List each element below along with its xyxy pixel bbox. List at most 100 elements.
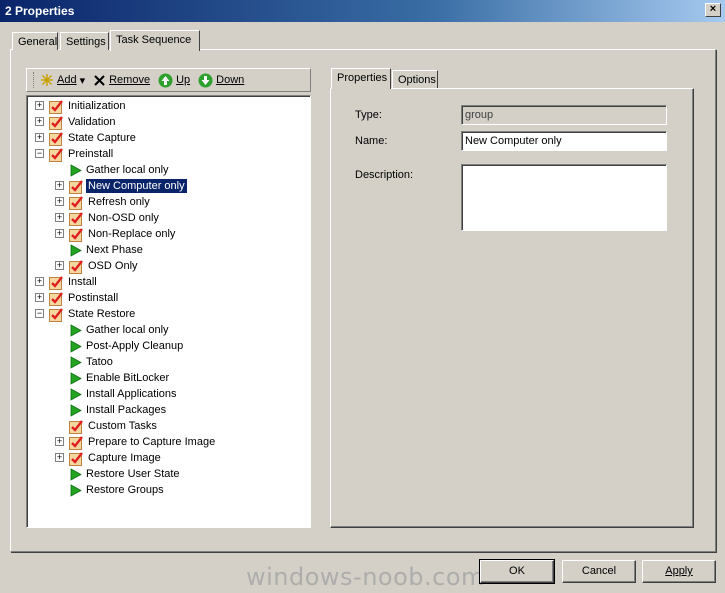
tree-item-label: Install Applications bbox=[86, 388, 177, 400]
description-label: Description: bbox=[355, 169, 414, 181]
tab-settings[interactable]: Settings bbox=[60, 32, 109, 50]
expand-icon[interactable]: + bbox=[55, 437, 64, 446]
task-sequence-toolbar: Add ▾ Remove Up Down bbox=[26, 68, 311, 92]
group-check-icon bbox=[69, 435, 84, 450]
tree-item-label: Tatoo bbox=[86, 356, 113, 368]
tab-general[interactable]: General bbox=[12, 32, 58, 50]
tree-group-item[interactable]: + Capture Image bbox=[55, 450, 163, 466]
ok-button[interactable]: OK bbox=[479, 559, 555, 584]
down-button[interactable]: Down bbox=[198, 73, 244, 88]
tab-properties[interactable]: Properties bbox=[331, 68, 391, 89]
properties-panel: Type: group Name: New Computer only Desc… bbox=[330, 88, 694, 528]
title-bar: 2 Properties × bbox=[0, 0, 725, 22]
tree-item-label: Prepare to Capture Image bbox=[88, 436, 216, 448]
close-icon: × bbox=[709, 3, 717, 15]
tree-item-label: OSD Only bbox=[88, 260, 138, 272]
tab-task-sequence[interactable]: Task Sequence bbox=[110, 30, 200, 51]
step-play-icon bbox=[69, 163, 82, 177]
expand-icon[interactable]: + bbox=[55, 213, 64, 222]
add-button[interactable]: Add ▾ bbox=[40, 73, 85, 87]
tree-item-label: New Computer only bbox=[85, 178, 188, 194]
chevron-down-icon: ▾ bbox=[79, 74, 86, 87]
group-check-icon bbox=[69, 211, 84, 226]
collapse-icon[interactable]: − bbox=[35, 309, 44, 318]
tree-group-item[interactable]: − Preinstall bbox=[35, 146, 115, 162]
tree-step-item[interactable]: Install Packages bbox=[69, 402, 168, 418]
tree-item-label: Custom Tasks bbox=[88, 420, 157, 432]
tree-item-label: State Capture bbox=[68, 132, 136, 144]
tree-group-item[interactable]: + Install bbox=[35, 274, 99, 290]
group-check-icon bbox=[69, 179, 84, 194]
tree-step-item[interactable]: Next Phase bbox=[69, 242, 145, 258]
tree-group-item[interactable]: + State Capture bbox=[35, 130, 138, 146]
tree-group-item[interactable]: + Non-OSD only bbox=[55, 210, 161, 226]
tree-item-label: Postinstall bbox=[68, 292, 119, 304]
tree-item-label: Non-Replace only bbox=[88, 228, 176, 240]
tree-step-item[interactable]: Restore Groups bbox=[69, 482, 166, 498]
tree-group-item[interactable]: + Refresh only bbox=[55, 194, 152, 210]
window-title: 2 Properties bbox=[5, 4, 75, 18]
tree-group-item[interactable]: Custom Tasks bbox=[69, 418, 159, 434]
expand-icon[interactable]: + bbox=[55, 453, 64, 462]
tree-item-label: Preinstall bbox=[68, 148, 114, 160]
expand-icon[interactable]: + bbox=[55, 181, 64, 190]
tree-item-label: Capture Image bbox=[88, 452, 161, 464]
tree-item-label: Non-OSD only bbox=[88, 212, 159, 224]
add-star-icon bbox=[40, 73, 54, 87]
remove-button[interactable]: Remove bbox=[93, 74, 150, 87]
tree-group-item[interactable]: + Postinstall bbox=[35, 290, 120, 306]
name-field[interactable]: New Computer only bbox=[461, 131, 667, 151]
step-play-icon bbox=[69, 339, 82, 353]
tree-group-item[interactable]: − State Restore bbox=[35, 306, 137, 322]
tree-group-item[interactable]: + Non-Replace only bbox=[55, 226, 177, 242]
tree-step-item[interactable]: Gather local only bbox=[69, 162, 171, 178]
apply-button[interactable]: Apply bbox=[642, 560, 716, 583]
group-check-icon bbox=[49, 99, 64, 114]
tree-group-item[interactable]: + New Computer only bbox=[55, 178, 188, 194]
remove-x-icon bbox=[93, 74, 106, 87]
up-button[interactable]: Up bbox=[158, 73, 190, 88]
expand-icon[interactable]: + bbox=[55, 197, 64, 206]
tree-step-item[interactable]: Install Applications bbox=[69, 386, 179, 402]
group-check-icon bbox=[69, 259, 84, 274]
close-button[interactable]: × bbox=[705, 3, 721, 17]
tree-step-item[interactable]: Post-Apply Cleanup bbox=[69, 338, 185, 354]
group-check-icon bbox=[49, 275, 64, 290]
expand-icon[interactable]: + bbox=[55, 261, 64, 270]
tree-item-label: Post-Apply Cleanup bbox=[86, 340, 184, 352]
task-sequence-tree[interactable]: + Initialization + Validation + State Capture… bbox=[26, 95, 311, 528]
expand-icon[interactable]: + bbox=[35, 293, 44, 302]
step-play-icon bbox=[69, 387, 82, 401]
group-check-icon bbox=[69, 227, 84, 242]
expand-icon[interactable]: + bbox=[35, 277, 44, 286]
cancel-button[interactable]: Cancel bbox=[562, 560, 636, 583]
collapse-icon[interactable]: − bbox=[35, 149, 44, 158]
step-play-icon bbox=[69, 483, 82, 497]
tree-group-item[interactable]: + Prepare to Capture Image bbox=[55, 434, 217, 450]
description-field[interactable] bbox=[461, 164, 667, 231]
expand-icon[interactable]: + bbox=[55, 229, 64, 238]
tree-group-item[interactable]: + OSD Only bbox=[55, 258, 140, 274]
tree-item-label: Initialization bbox=[68, 100, 126, 112]
tree-group-item[interactable]: + Validation bbox=[35, 114, 118, 130]
tree-item-label: Install bbox=[68, 276, 97, 288]
type-label: Type: bbox=[355, 109, 382, 121]
tree-step-item[interactable]: Tatoo bbox=[69, 354, 115, 370]
tree-step-item[interactable]: Gather local only bbox=[69, 322, 171, 338]
tree-item-label: Restore Groups bbox=[86, 484, 164, 496]
expand-icon[interactable]: + bbox=[35, 117, 44, 126]
tree-step-item[interactable]: Restore User State bbox=[69, 466, 182, 482]
group-check-icon bbox=[49, 291, 64, 306]
tree-item-label: State Restore bbox=[68, 308, 136, 320]
group-check-icon bbox=[69, 451, 84, 466]
tree-group-item[interactable]: + Initialization bbox=[35, 98, 127, 114]
tree-item-label: Gather local only bbox=[86, 164, 169, 176]
tab-options[interactable]: Options bbox=[392, 70, 438, 88]
tree-item-label: Enable BitLocker bbox=[86, 372, 170, 384]
step-play-icon bbox=[69, 323, 82, 337]
expand-icon[interactable]: + bbox=[35, 133, 44, 142]
step-play-icon bbox=[69, 467, 82, 481]
tree-item-label: Install Packages bbox=[86, 404, 167, 416]
tree-step-item[interactable]: Enable BitLocker bbox=[69, 370, 171, 386]
expand-icon[interactable]: + bbox=[35, 101, 44, 110]
